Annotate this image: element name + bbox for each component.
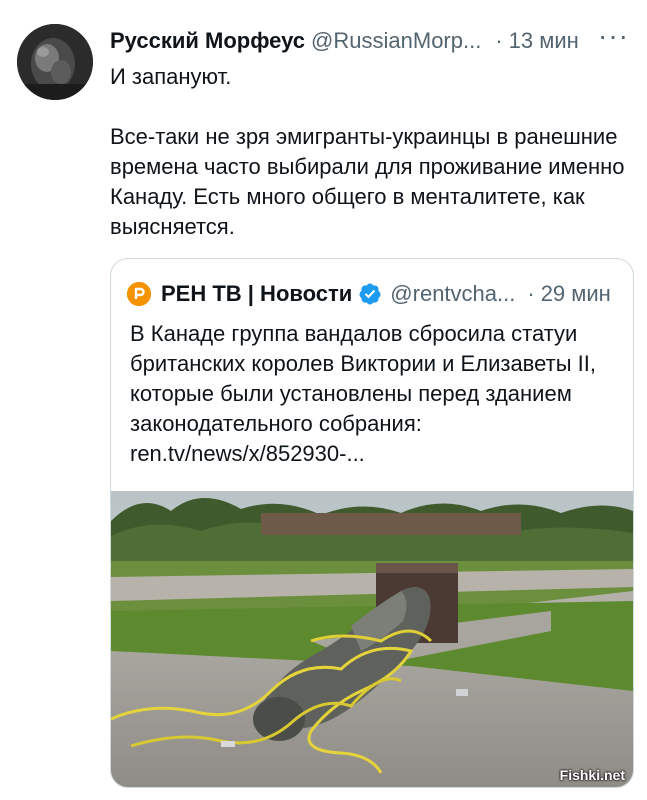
avatar-image — [17, 24, 93, 100]
ren-tv-logo-icon — [127, 282, 151, 306]
tweet-photo[interactable]: Fishki.net — [111, 491, 633, 787]
author-handle[interactable]: @RussianMorp... — [311, 28, 481, 54]
author-name[interactable]: Русский Морфеус — [110, 28, 305, 54]
quoted-author-handle[interactable]: @rentvcha... — [390, 281, 515, 307]
tweet: Русский Морфеус @RussianMorp... · 13 мин… — [0, 0, 647, 800]
watermark: Fishki.net — [559, 767, 625, 783]
tweet-header: Русский Морфеус @RussianMorp... · 13 мин… — [110, 20, 629, 56]
quoted-tweet-body: В Канаде группа вандалов сбросила статуи… — [130, 321, 596, 436]
more-options-icon[interactable]: ··· — [598, 20, 629, 52]
quoted-tweet-text: В Канаде группа вандалов сбросила статуи… — [130, 319, 620, 469]
quoted-tweet-header: РЕН ТВ | Новости @rentvcha... · 29 мин — [127, 279, 617, 309]
quoted-tweet[interactable]: РЕН ТВ | Новости @rentvcha... · 29 мин В… — [110, 258, 634, 788]
verified-badge-icon — [359, 283, 381, 305]
tweet-timestamp[interactable]: 13 мин — [509, 28, 579, 54]
quoted-author-name[interactable]: РЕН ТВ | Новости — [161, 281, 352, 307]
tweet-text: И запануют. Все-таки не зря эмигранты-ук… — [110, 62, 630, 242]
quoted-tweet-link[interactable]: ren.tv/news/x/852930-... — [130, 439, 620, 469]
quoted-separator-dot: · — [527, 281, 535, 306]
author-avatar[interactable] — [17, 24, 93, 100]
tweet-text-line1: И запануют. — [110, 64, 232, 89]
quoted-timestamp[interactable]: 29 мин — [541, 281, 611, 307]
separator-dot: · — [495, 28, 503, 53]
tweet-text-paragraph: Все-таки не зря эмигранты-украинцы в ран… — [110, 124, 625, 239]
fallen-statue-photo — [111, 491, 633, 787]
